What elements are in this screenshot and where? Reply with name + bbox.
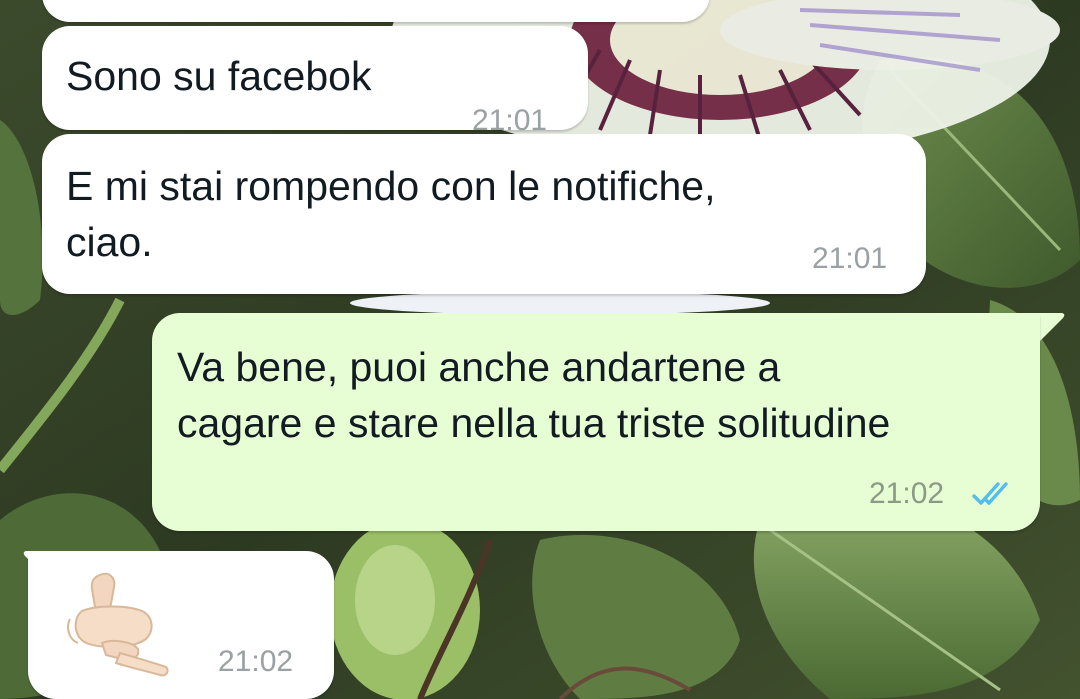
message-timestamp: 21:01: [812, 242, 888, 275]
message-text: Va bene, puoi anche andartene a cagare e…: [177, 344, 891, 446]
message-bubble-emoji[interactable]: 21:02: [28, 551, 334, 699]
message-timestamp: 21:02: [869, 477, 945, 510]
message-text: E mi stai rompendo con le notifiche, cia…: [66, 163, 716, 265]
message-bubble-outgoing[interactable]: Va bene, puoi anche andartene a cagare e…: [152, 313, 1040, 531]
chat-screen: Sono su facebok 21:01 E mi stai rompendo…: [0, 0, 1080, 699]
message-timestamp: 21:01: [472, 104, 548, 137]
message-timestamp: 21:02: [218, 645, 294, 678]
message-bubble-incoming[interactable]: E mi stai rompendo con le notifiche, cia…: [42, 134, 926, 294]
message-text: Sono su facebok: [66, 53, 372, 99]
double-check-icon: [972, 482, 1008, 505]
call-me-hand-icon: [67, 572, 169, 677]
message-bubble-incoming[interactable]: Sono su facebok 21:01: [42, 26, 588, 137]
message-bubble-partial[interactable]: [42, 0, 710, 22]
